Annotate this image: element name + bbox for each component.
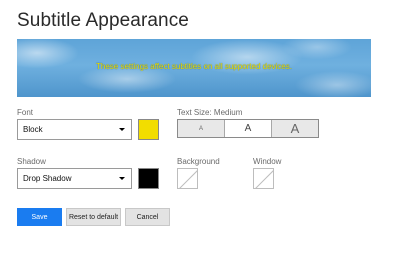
- font-label: Font: [17, 108, 34, 117]
- text-size-small[interactable]: A: [178, 120, 225, 137]
- page-title: Subtitle Appearance: [17, 10, 189, 31]
- cancel-button[interactable]: Cancel: [125, 208, 170, 226]
- shadow-label: Shadow: [17, 157, 46, 166]
- shadow-select[interactable]: Drop Shadow: [17, 168, 132, 189]
- font-color-swatch[interactable]: [138, 119, 159, 140]
- none-slash-icon: [179, 170, 197, 188]
- text-size-label: Text Size: Medium: [177, 108, 243, 117]
- shadow-color-swatch[interactable]: [138, 168, 159, 189]
- chevron-down-icon: [119, 177, 125, 180]
- text-size-selector: A A A: [177, 119, 319, 138]
- background-label: Background: [177, 157, 220, 166]
- window-label: Window: [253, 157, 282, 166]
- chevron-down-icon: [119, 128, 125, 131]
- subtitle-preview: These settings affect subtitles on all s…: [17, 39, 371, 97]
- text-size-large[interactable]: A: [272, 120, 318, 137]
- font-select-value: Block: [23, 125, 43, 134]
- shadow-select-value: Drop Shadow: [23, 174, 72, 183]
- reset-to-default-button[interactable]: Reset to default: [66, 208, 121, 226]
- window-color-swatch[interactable]: [253, 168, 274, 189]
- background-color-swatch[interactable]: [177, 168, 198, 189]
- font-select[interactable]: Block: [17, 119, 132, 140]
- save-button[interactable]: Save: [17, 208, 62, 226]
- preview-text: These settings affect subtitles on all s…: [96, 62, 292, 71]
- none-slash-icon: [255, 170, 273, 188]
- text-size-medium[interactable]: A: [225, 120, 272, 137]
